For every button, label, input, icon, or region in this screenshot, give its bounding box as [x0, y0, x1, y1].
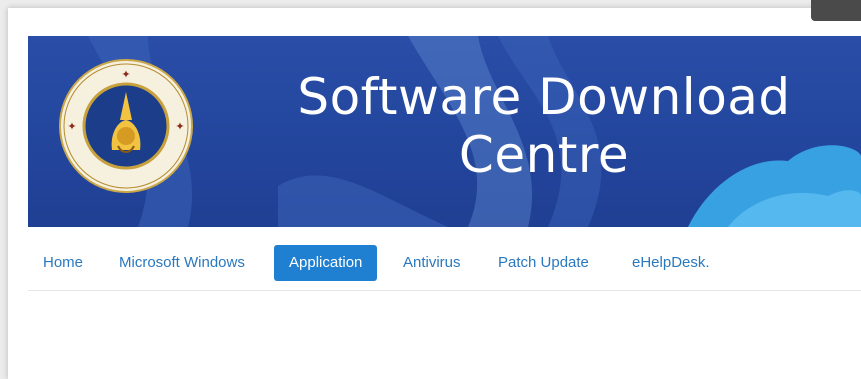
nav-item-ehelpdesk[interactable]: eHelpDesk.	[617, 245, 725, 281]
svg-text:✦: ✦	[175, 120, 184, 133]
nav-item-application[interactable]: Application	[274, 245, 378, 281]
header-banner: ✦ ✦ ✦ Software Download Centre	[28, 36, 861, 227]
nav-item-home[interactable]: Home	[28, 245, 98, 281]
corner-tab[interactable]	[811, 0, 861, 21]
site-title-line2: Centre	[458, 126, 630, 184]
site-title: Software Download Centre	[224, 68, 861, 184]
main-navbar: Home Microsoft Windows Application Antiv…	[28, 234, 861, 291]
university-seal-icon: ✦ ✦ ✦	[59, 59, 193, 193]
nav-item-antivirus[interactable]: Antivirus	[388, 245, 476, 281]
page-card: ✦ ✦ ✦ Software Download Centre Home Micr…	[8, 8, 861, 379]
svg-text:✦: ✦	[121, 68, 130, 81]
content-area	[28, 292, 861, 379]
nav-item-microsoft-windows[interactable]: Microsoft Windows	[104, 245, 260, 281]
site-title-line1: Software Download	[297, 68, 791, 126]
nav-item-patch-update[interactable]: Patch Update	[483, 245, 604, 281]
svg-text:✦: ✦	[67, 120, 76, 133]
